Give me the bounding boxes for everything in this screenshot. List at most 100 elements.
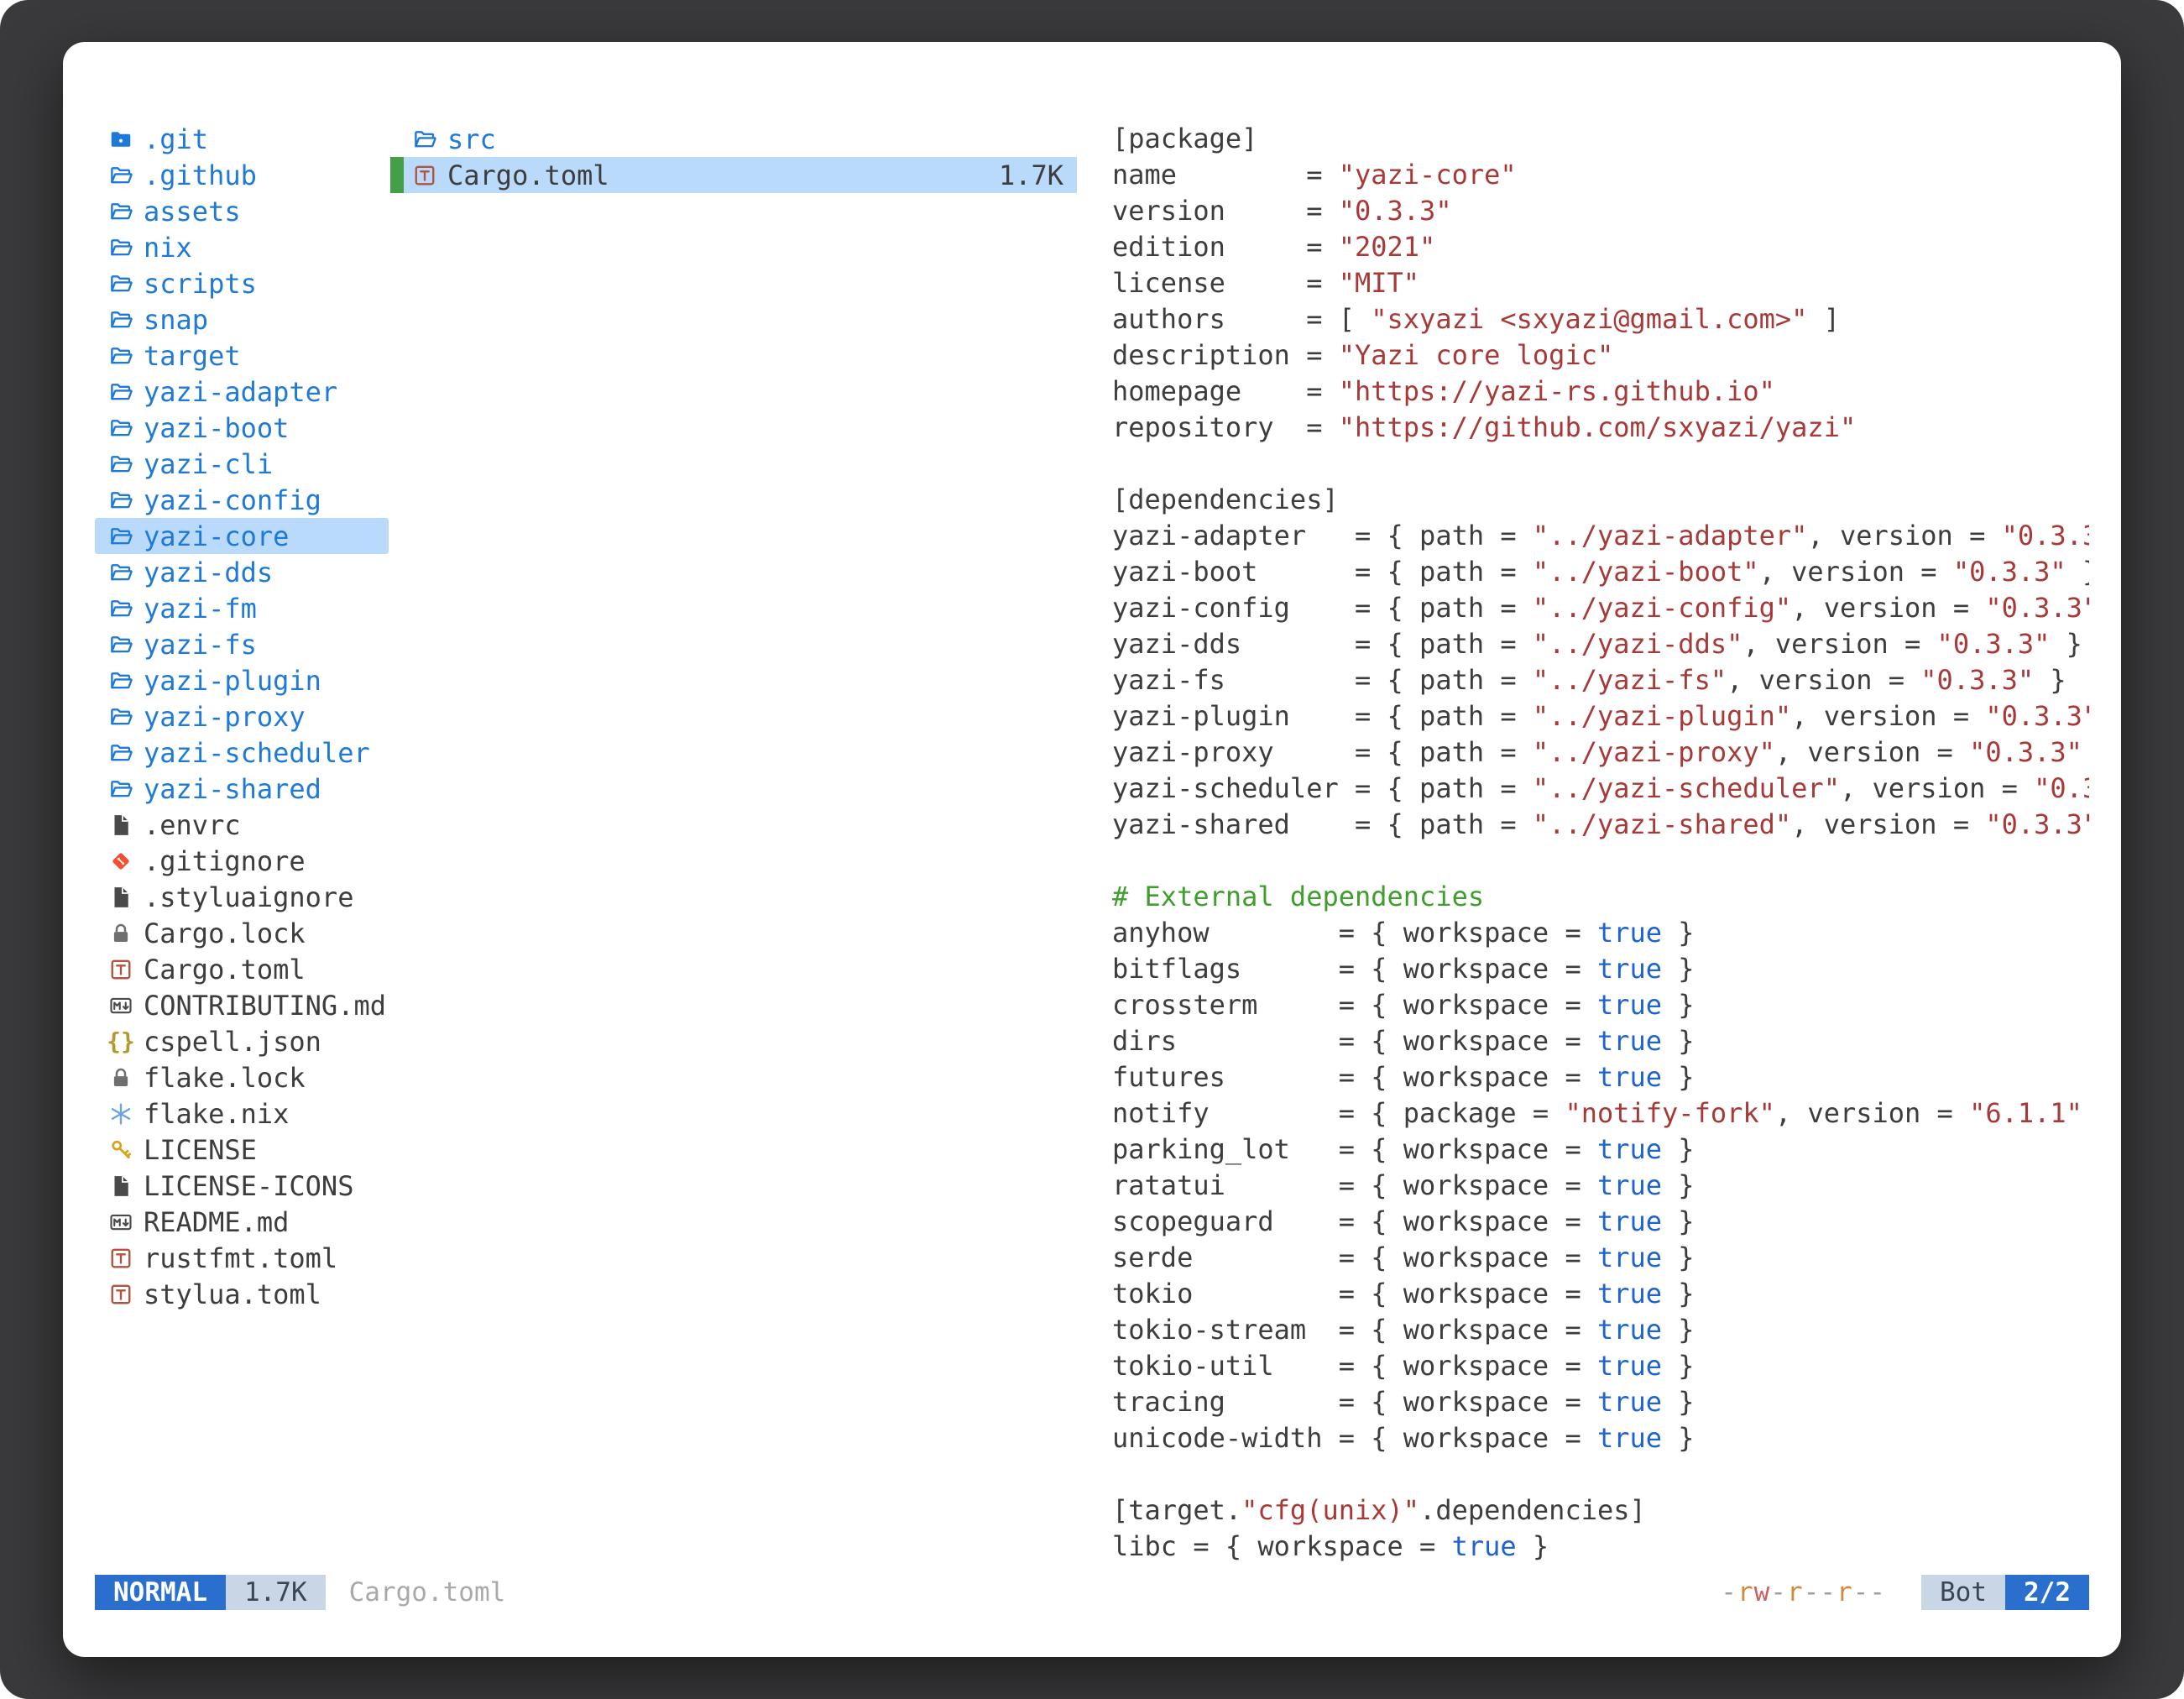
folder-icon (105, 307, 137, 332)
preview-line: crossterm = { workspace = true } (1112, 987, 2089, 1023)
preview-line: yazi-scheduler = { path = "../yazi-sched… (1112, 771, 2089, 807)
file-item-CONTRIBUTING.md[interactable]: CONTRIBUTING.md (95, 987, 389, 1023)
file-item-rustfmt.toml[interactable]: rustfmt.toml (95, 1240, 389, 1276)
item-label: .envrc (144, 809, 241, 841)
folder-icon (105, 596, 137, 621)
item-label: assets (144, 196, 241, 227)
dir-item-yazi-fm[interactable]: yazi-fm (95, 590, 389, 626)
preview-line: yazi-config = { path = "../yazi-config",… (1112, 590, 2089, 626)
dir-item-target[interactable]: target (95, 337, 389, 374)
preview-line: tokio = { workspace = true } (1112, 1276, 2089, 1312)
preview-line (1112, 843, 2089, 879)
nix-snowflake-icon (105, 1101, 137, 1127)
folder-icon (105, 379, 137, 405)
file-item-.envrc[interactable]: .envrc (95, 807, 389, 843)
dir-item-yazi-plugin[interactable]: yazi-plugin (95, 662, 389, 698)
file-item-stylua.toml[interactable]: stylua.toml (95, 1276, 389, 1312)
preview-line: notify = { package = "notify-fork", vers… (1112, 1095, 2089, 1132)
preview-line: unicode-width = { workspace = true } (1112, 1420, 2089, 1456)
preview-line: bitflags = { workspace = true } (1112, 951, 2089, 987)
git-folder-icon (105, 127, 137, 152)
item-label: src (447, 123, 496, 155)
dir-item-yazi-config[interactable]: yazi-config (95, 482, 389, 518)
mode-indicator: NORMAL (95, 1575, 226, 1610)
preview-line (1112, 1456, 2089, 1493)
file-item-flake.nix[interactable]: flake.nix (95, 1095, 389, 1132)
item-label: README.md (144, 1206, 289, 1238)
preview-line: dirs = { workspace = true } (1112, 1023, 2089, 1059)
preview-line: version = "0.3.3" (1112, 193, 2089, 229)
item-label: nix (144, 232, 192, 264)
dir-item-src[interactable]: src (390, 121, 1077, 157)
status-filename: Cargo.toml (349, 1575, 506, 1610)
item-label: yazi-adapter (144, 376, 337, 408)
status-spacer (505, 1575, 1721, 1610)
item-label: .git (144, 123, 208, 155)
item-label: flake.lock (144, 1062, 306, 1094)
dir-item-yazi-dds[interactable]: yazi-dds (95, 554, 389, 590)
folder-icon (105, 416, 137, 441)
folder-icon (105, 560, 137, 585)
preview-line: serde = { workspace = true } (1112, 1240, 2089, 1276)
item-size: 1.7K (999, 159, 1077, 191)
cursor-marker (390, 157, 404, 193)
lock-icon (105, 921, 137, 946)
scroll-position-badge: Bot (1921, 1575, 2005, 1610)
preview-line: [dependencies] (1112, 482, 2089, 518)
dir-item-.github[interactable]: .github (95, 157, 389, 193)
item-label: Cargo.toml (144, 954, 306, 985)
dir-item-yazi-shared[interactable]: yazi-shared (95, 771, 389, 807)
dir-item-assets[interactable]: assets (95, 193, 389, 229)
dir-item-yazi-core[interactable]: yazi-core (95, 518, 389, 554)
file-item-.styluaignore[interactable]: .styluaignore (95, 879, 389, 915)
file-item-README.md[interactable]: README.md (95, 1204, 389, 1240)
preview-line: name = "yazi-core" (1112, 157, 2089, 193)
file-item-LICENSE-ICONS[interactable]: LICENSE-ICONS (95, 1168, 389, 1204)
folder-icon (105, 199, 137, 224)
current-pane: srcCargo.toml1.7K (390, 121, 1077, 1568)
folder-icon (105, 163, 137, 188)
dir-item-yazi-boot[interactable]: yazi-boot (95, 410, 389, 446)
dir-item-scripts[interactable]: scripts (95, 265, 389, 301)
item-label: .gitignore (144, 845, 306, 877)
toml-icon (105, 957, 137, 982)
preview-line: ratatui = { workspace = true } (1112, 1168, 2089, 1204)
dir-item-snap[interactable]: snap (95, 301, 389, 337)
preview-line: futures = { workspace = true } (1112, 1059, 2089, 1095)
item-label: yazi-config (144, 484, 321, 516)
dir-item-nix[interactable]: nix (95, 229, 389, 265)
file-item-Cargo.toml[interactable]: Cargo.toml (95, 951, 389, 987)
file-item-Cargo.toml[interactable]: Cargo.toml1.7K (390, 157, 1077, 193)
item-label: cspell.json (144, 1026, 321, 1058)
lock-icon (105, 1065, 137, 1090)
dir-item-.git[interactable]: .git (95, 121, 389, 157)
dir-item-yazi-proxy[interactable]: yazi-proxy (95, 698, 389, 734)
item-label: flake.nix (144, 1098, 289, 1130)
dir-item-yazi-scheduler[interactable]: yazi-scheduler (95, 734, 389, 771)
dir-item-yazi-cli[interactable]: yazi-cli (95, 446, 389, 482)
preview-line: yazi-shared = { path = "../yazi-shared",… (1112, 807, 2089, 843)
file-item-LICENSE[interactable]: LICENSE (95, 1132, 389, 1168)
toml-icon (105, 1246, 137, 1271)
dir-item-yazi-adapter[interactable]: yazi-adapter (95, 374, 389, 410)
item-label: yazi-dds (144, 557, 273, 588)
preview-line: description = "Yazi core logic" (1112, 337, 2089, 374)
dir-item-yazi-fs[interactable]: yazi-fs (95, 626, 389, 662)
item-label: .github (144, 159, 257, 191)
item-label: target (144, 340, 241, 372)
file-item-flake.lock[interactable]: flake.lock (95, 1059, 389, 1095)
file-item-cspell.json[interactable]: {}cspell.json (95, 1023, 389, 1059)
folder-icon (105, 452, 137, 477)
preview-line: libc = { workspace = true } (1112, 1529, 2089, 1565)
git-icon (105, 849, 137, 874)
item-label: stylua.toml (144, 1278, 321, 1310)
cursor-page-badge: 2/2 (2005, 1575, 2089, 1610)
status-bar: NORMAL 1.7K Cargo.toml -rw-r--r-- Bot 2/… (95, 1575, 2089, 1610)
item-label: yazi-cli (144, 448, 273, 480)
file-item-Cargo.lock[interactable]: Cargo.lock (95, 915, 389, 951)
preview-line (1112, 446, 2089, 482)
yazi-window: .git .github assets nixscriptssnaptarget yaz… (63, 42, 2121, 1657)
preview-line: license = "MIT" (1112, 265, 2089, 301)
json-braces-icon: {} (105, 1027, 137, 1055)
file-item-.gitignore[interactable]: .gitignore (95, 843, 389, 879)
